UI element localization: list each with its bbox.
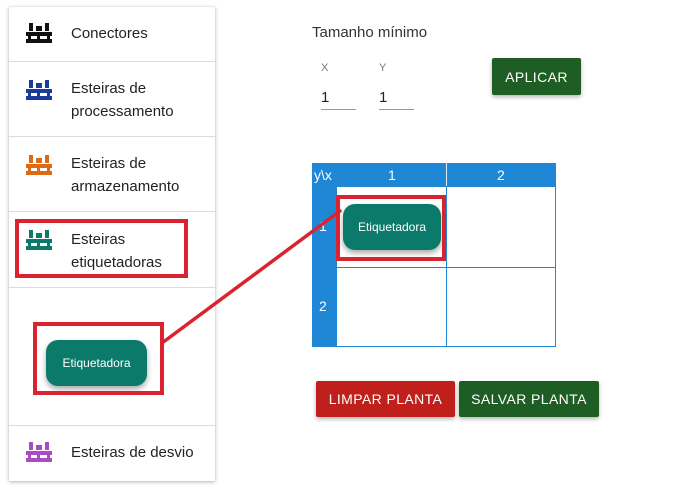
sidebar-item-label: Esteiras de desvio xyxy=(71,444,194,461)
apply-button[interactable]: APLICAR xyxy=(492,58,581,95)
sidebar-item-desvio[interactable]: Esteiras de desvio xyxy=(9,426,215,481)
conveyor-icon xyxy=(25,440,53,464)
sidebar-item-label: Esteiras de processamento xyxy=(71,80,174,120)
placed-etiquetadora-chip[interactable]: Etiquetadora xyxy=(343,204,441,250)
grid-row-label: 2 xyxy=(319,298,327,314)
grid-column-header xyxy=(312,163,556,186)
conveyor-icon xyxy=(25,228,53,252)
sidebar-item-label: Conectores xyxy=(71,25,148,42)
sidebar-item-armazenamento[interactable]: Esteiras de armazenamento xyxy=(9,137,215,212)
size-x-input[interactable] xyxy=(321,86,356,110)
conveyor-icon xyxy=(25,21,53,45)
component-sidebar: Conectores Esteiras de processamento Est… xyxy=(9,7,215,481)
draggable-area: Etiquetadora xyxy=(9,288,215,426)
grid-row-header xyxy=(312,163,336,347)
grid-cell-2-1[interactable] xyxy=(336,267,447,347)
save-plant-button[interactable]: SALVAR PLANTA xyxy=(459,381,599,417)
conveyor-icon xyxy=(25,78,53,102)
sidebar-item-etiquetadoras[interactable]: Esteiras etiquetadoras xyxy=(9,212,215,288)
sidebar-item-label: Esteiras de armazenamento xyxy=(71,155,180,195)
size-y-field: Y xyxy=(379,62,414,120)
grid-row-label: 1 xyxy=(319,218,327,234)
grid-cell-1-2[interactable] xyxy=(446,186,556,268)
grid-corner-label: y\x xyxy=(314,167,332,183)
conveyor-icon xyxy=(25,153,53,177)
grid-column-label: 1 xyxy=(388,167,396,183)
grid-column-label: 2 xyxy=(497,167,505,183)
minimum-size-title: Tamanho mínimo xyxy=(312,24,428,41)
size-y-input[interactable] xyxy=(379,86,414,110)
size-y-label: Y xyxy=(379,62,387,74)
size-x-field: X xyxy=(321,62,356,120)
sidebar-item-processamento[interactable]: Esteiras de processamento xyxy=(9,62,215,137)
size-x-label: X xyxy=(321,62,329,74)
sidebar-item-label: Esteiras etiquetadoras xyxy=(71,231,162,271)
grid-cell-2-2[interactable] xyxy=(446,267,556,347)
clear-plant-button[interactable]: LIMPAR PLANTA xyxy=(316,381,455,417)
sidebar-item-conectores[interactable]: Conectores xyxy=(9,7,215,62)
header-divider xyxy=(446,163,447,186)
draggable-etiquetadora-chip[interactable]: Etiquetadora xyxy=(46,340,147,386)
